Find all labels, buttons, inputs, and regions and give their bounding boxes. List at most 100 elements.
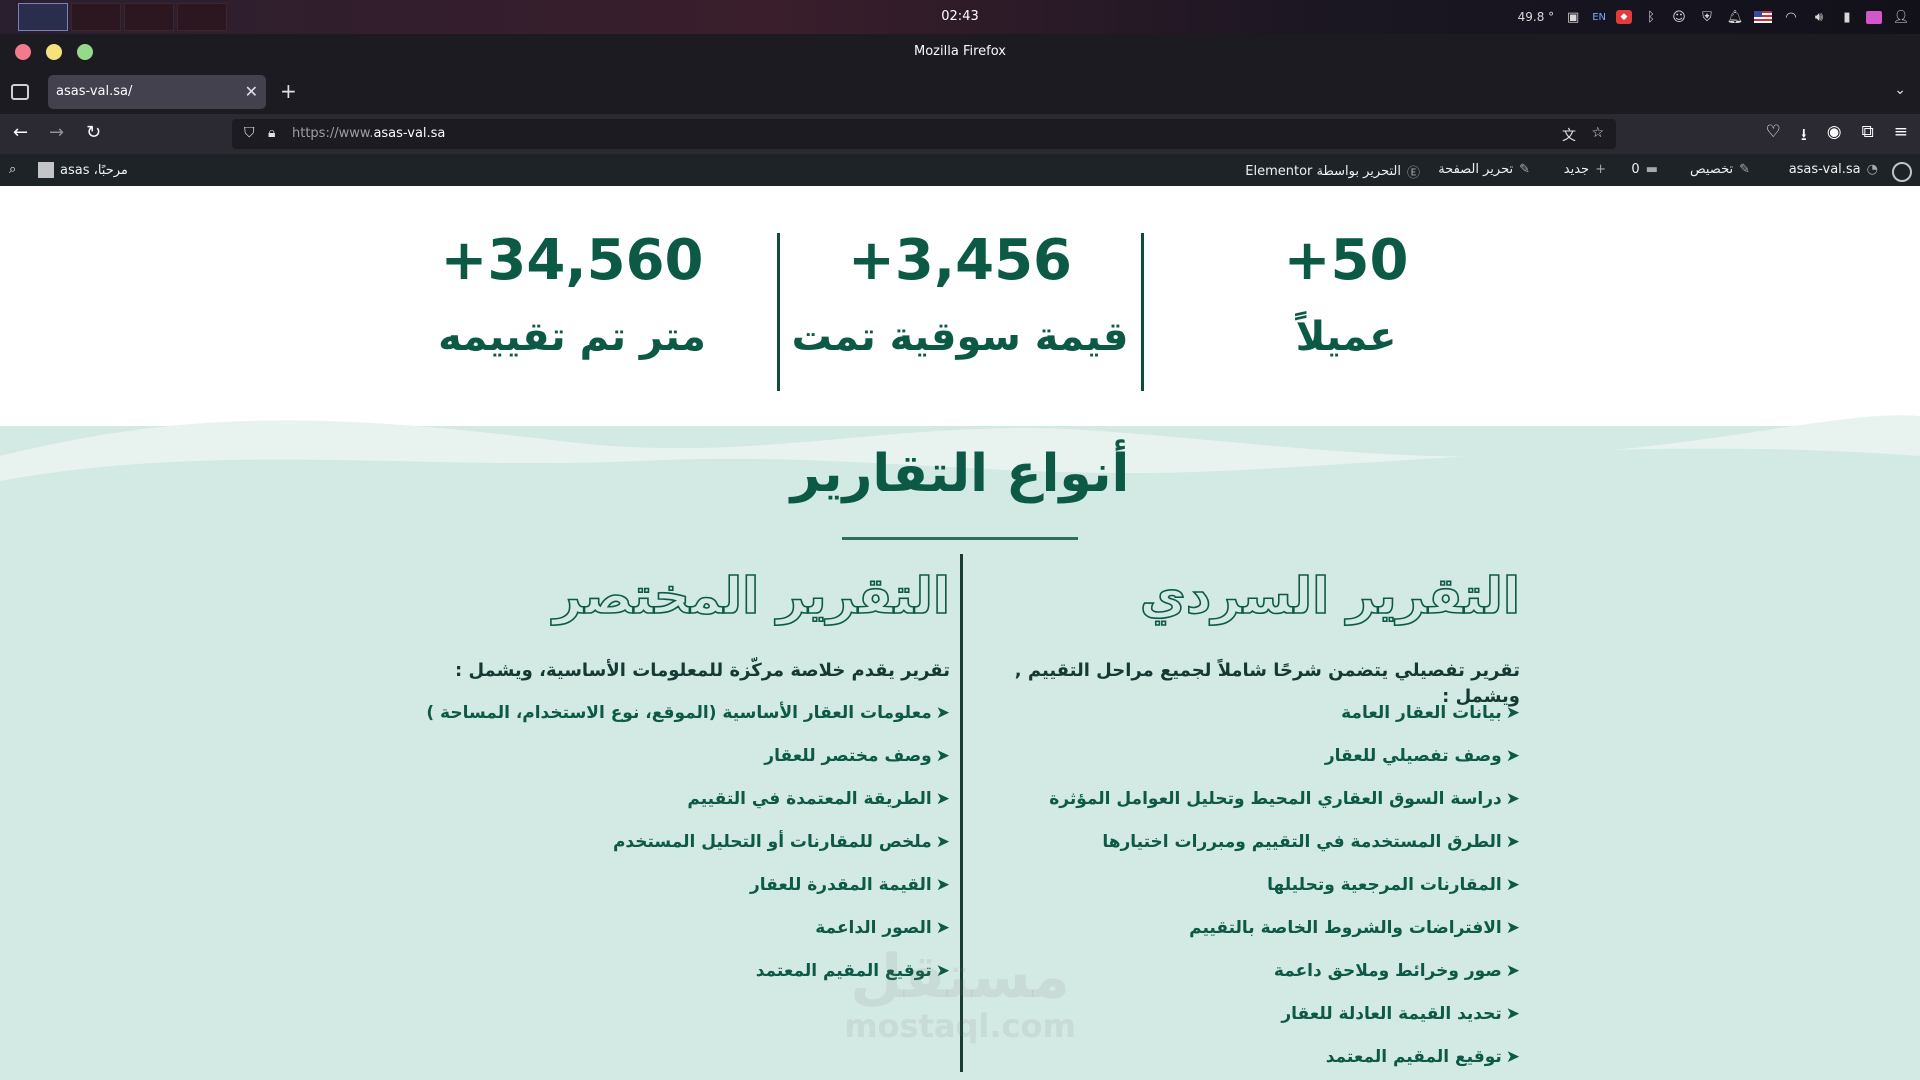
arrow-bullet-icon: ➤ bbox=[935, 832, 950, 852]
keyboard-layout[interactable]: EN bbox=[1592, 12, 1606, 23]
lock-icon[interactable]: 🔒︎ bbox=[268, 125, 275, 141]
list-item: ➤الطريقة المعتمدة في التقييم bbox=[390, 786, 950, 829]
arrow-bullet-icon: ➤ bbox=[935, 789, 950, 809]
list-all-tabs-icon[interactable]: ⌄ bbox=[1894, 82, 1906, 98]
forward-icon[interactable]: → bbox=[49, 122, 64, 143]
wp-admin-bar: ◔ asas-val.sa ✎ تخصيص ▬ 0 + جديد ✎ تحرير الصف… bbox=[0, 154, 1920, 186]
system-top-bar: 02:43 49.8 ° ▣ EN ◆ ᛒ ☺ ⛨ 🔔︎ ◠ 🔊︎ ▮ 👤︎ bbox=[0, 0, 1920, 34]
wp-comments[interactable]: ▬ 0 bbox=[1631, 162, 1658, 177]
title-underline bbox=[842, 537, 1078, 540]
bookmark-star-icon[interactable]: ☆ bbox=[1591, 125, 1604, 141]
temperature-readout[interactable]: 49.8 ° bbox=[1518, 10, 1555, 24]
volume-icon[interactable]: 🔊︎ bbox=[1810, 8, 1828, 26]
account-icon[interactable]: ◉ bbox=[1827, 122, 1842, 151]
wifi-icon[interactable]: ◠ bbox=[1782, 8, 1800, 26]
summary-report-column: التقرير المختصر تقرير يقدم خلاصة مركّزة … bbox=[390, 554, 950, 1001]
summary-report-heading: التقرير المختصر bbox=[552, 566, 951, 626]
dashboard-icon: ◔ bbox=[1866, 162, 1878, 177]
stat-label: عميلاً bbox=[1295, 314, 1397, 360]
notification-bell-icon[interactable]: 🔔︎ bbox=[1726, 8, 1744, 26]
list-item: ➤الطرق المستخدمة في التقييم ومبررات اختي… bbox=[980, 829, 1520, 872]
arrow-bullet-icon: ➤ bbox=[1505, 875, 1520, 895]
window-titlebar: Mozilla Firefox bbox=[0, 34, 1920, 70]
list-item: ➤توقيع المقيم المعتمد bbox=[980, 1044, 1520, 1080]
wp-logo-icon[interactable] bbox=[1892, 162, 1912, 182]
list-item: ➤دراسة السوق العقاري المحيط وتحليل العوا… bbox=[980, 786, 1520, 829]
arrow-bullet-icon: ➤ bbox=[1505, 1004, 1520, 1024]
brush-icon: ✎ bbox=[1739, 162, 1750, 177]
tab-asas-val[interactable]: asas-val.sa/ ✕ bbox=[48, 75, 266, 109]
arrow-bullet-icon: ➤ bbox=[1505, 1047, 1520, 1067]
navigation-bar: ← → ↻ ⛉ 🔒︎ https://www.asas-val.sa 文 ☆ ♡… bbox=[0, 114, 1920, 154]
toolbar-right: ♡ ⭳ ◉ ⧉ ≡ bbox=[1766, 122, 1908, 151]
menu-icon[interactable]: ≡ bbox=[1894, 122, 1908, 151]
arrow-bullet-icon: ➤ bbox=[935, 703, 950, 723]
stat-market-value: +3,456 قيمة سوقية تمت bbox=[790, 226, 1130, 360]
stat-number: +50 bbox=[1283, 228, 1409, 293]
translate-icon[interactable]: 文 bbox=[1562, 125, 1576, 145]
tab-overview-icon[interactable] bbox=[11, 84, 29, 100]
shield-icon[interactable]: ⛨ bbox=[1698, 8, 1716, 26]
stat-label: متر تم تقييمه bbox=[438, 314, 706, 360]
wp-edit-elementor[interactable]: Ⓔ التحرير بواسطة Elementor bbox=[1245, 162, 1420, 181]
tab-strip: asas-val.sa/ ✕ + ⌄ bbox=[0, 70, 1920, 114]
new-tab-button[interactable]: + bbox=[280, 79, 297, 103]
mostaql-watermark: مستقل mostaql.com bbox=[844, 942, 1076, 1045]
wp-site-name[interactable]: ◔ asas-val.sa bbox=[1789, 162, 1878, 177]
list-item: ➤بيانات العقار العامة bbox=[980, 700, 1520, 743]
list-item: ➤وصف تفصيلي للعقار bbox=[980, 743, 1520, 786]
stat-label: قيمة سوقية تمت bbox=[791, 314, 1129, 360]
user-status-icon[interactable]: ☺ bbox=[1670, 8, 1688, 26]
arrow-bullet-icon: ➤ bbox=[935, 875, 950, 895]
wp-edit-page[interactable]: ✎ تحرير الصفحة bbox=[1438, 162, 1530, 177]
arrow-bullet-icon: ➤ bbox=[935, 918, 950, 938]
arrow-bullet-icon: ➤ bbox=[1505, 918, 1520, 938]
arrow-bullet-icon: ➤ bbox=[935, 746, 950, 766]
arrow-bullet-icon: ➤ bbox=[1505, 746, 1520, 766]
arrow-bullet-icon: ➤ bbox=[1505, 961, 1520, 981]
arrow-bullet-icon: ➤ bbox=[1505, 703, 1520, 723]
pencil-icon: ✎ bbox=[1519, 162, 1530, 177]
app-indicator-icon[interactable]: ◆ bbox=[1616, 10, 1632, 24]
arrow-bullet-icon: ➤ bbox=[1505, 832, 1520, 852]
reports-section-title: أنواع التقارير bbox=[790, 444, 1130, 504]
window-title: Mozilla Firefox bbox=[914, 44, 1006, 59]
wp-customize[interactable]: ✎ تخصيص bbox=[1690, 162, 1750, 177]
page-content: +50 عميلاً +3,456 قيمة سوقية تمت +34,560… bbox=[0, 186, 1920, 1080]
narrative-report-heading: التقرير السردي bbox=[1139, 566, 1521, 626]
downloads-icon[interactable]: ⭳ bbox=[1801, 122, 1807, 151]
stat-number: +34,560 bbox=[440, 228, 704, 293]
stat-clients: +50 عميلاً bbox=[1176, 226, 1516, 360]
system-tray: 49.8 ° ▣ EN ◆ ᛒ ☺ ⛨ 🔔︎ ◠ 🔊︎ ▮ 👤︎ bbox=[1518, 7, 1910, 27]
extensions-icon[interactable]: ⧉ bbox=[1862, 122, 1874, 151]
close-tab-icon[interactable]: ✕ bbox=[245, 82, 258, 101]
stat-divider bbox=[1141, 233, 1144, 391]
list-item: ➤معلومات العقار الأساسية (الموقع، نوع ال… bbox=[390, 700, 950, 743]
reload-icon[interactable]: ↻ bbox=[86, 122, 101, 143]
plus-icon: + bbox=[1595, 162, 1606, 177]
list-item: ➤ملخص للمقارنات أو التحليل المستخدم bbox=[390, 829, 950, 872]
screenshot-icon[interactable]: ▣ bbox=[1564, 8, 1582, 26]
summary-report-intro: تقرير يقدم خلاصة مركّزة للمعلومات الأساس… bbox=[454, 660, 950, 681]
bluetooth-icon[interactable]: ᛒ bbox=[1642, 8, 1660, 26]
wp-my-account[interactable]: مرحبًا، asas bbox=[38, 162, 128, 178]
arrow-bullet-icon: ➤ bbox=[1505, 789, 1520, 809]
us-flag-icon[interactable] bbox=[1754, 11, 1772, 23]
tracking-shield-icon[interactable]: ⛉ bbox=[244, 125, 255, 141]
folder-icon[interactable] bbox=[1866, 10, 1882, 24]
wp-new[interactable]: + جديد bbox=[1564, 162, 1606, 177]
stat-number: +3,456 bbox=[847, 228, 1073, 293]
url-text[interactable]: https://www.asas-val.sa bbox=[292, 126, 445, 141]
comment-icon: ▬ bbox=[1645, 162, 1658, 177]
stat-divider bbox=[777, 233, 780, 391]
elementor-icon: Ⓔ bbox=[1406, 166, 1420, 181]
user-icon[interactable]: 👤︎ bbox=[1892, 8, 1910, 26]
battery-icon[interactable]: ▮ bbox=[1838, 8, 1856, 26]
list-item: ➤المقارنات المرجعية وتحليلها bbox=[980, 872, 1520, 915]
url-bar[interactable]: ⛉ 🔒︎ https://www.asas-val.sa 文 ☆ bbox=[232, 119, 1616, 149]
list-item: ➤القيمة المقدرة للعقار bbox=[390, 872, 950, 915]
tab-title: asas-val.sa/ bbox=[56, 84, 133, 99]
pocket-icon[interactable]: ♡ bbox=[1766, 122, 1781, 151]
wp-search-icon[interactable]: ⌕ bbox=[9, 162, 16, 177]
back-icon[interactable]: ← bbox=[13, 122, 28, 143]
